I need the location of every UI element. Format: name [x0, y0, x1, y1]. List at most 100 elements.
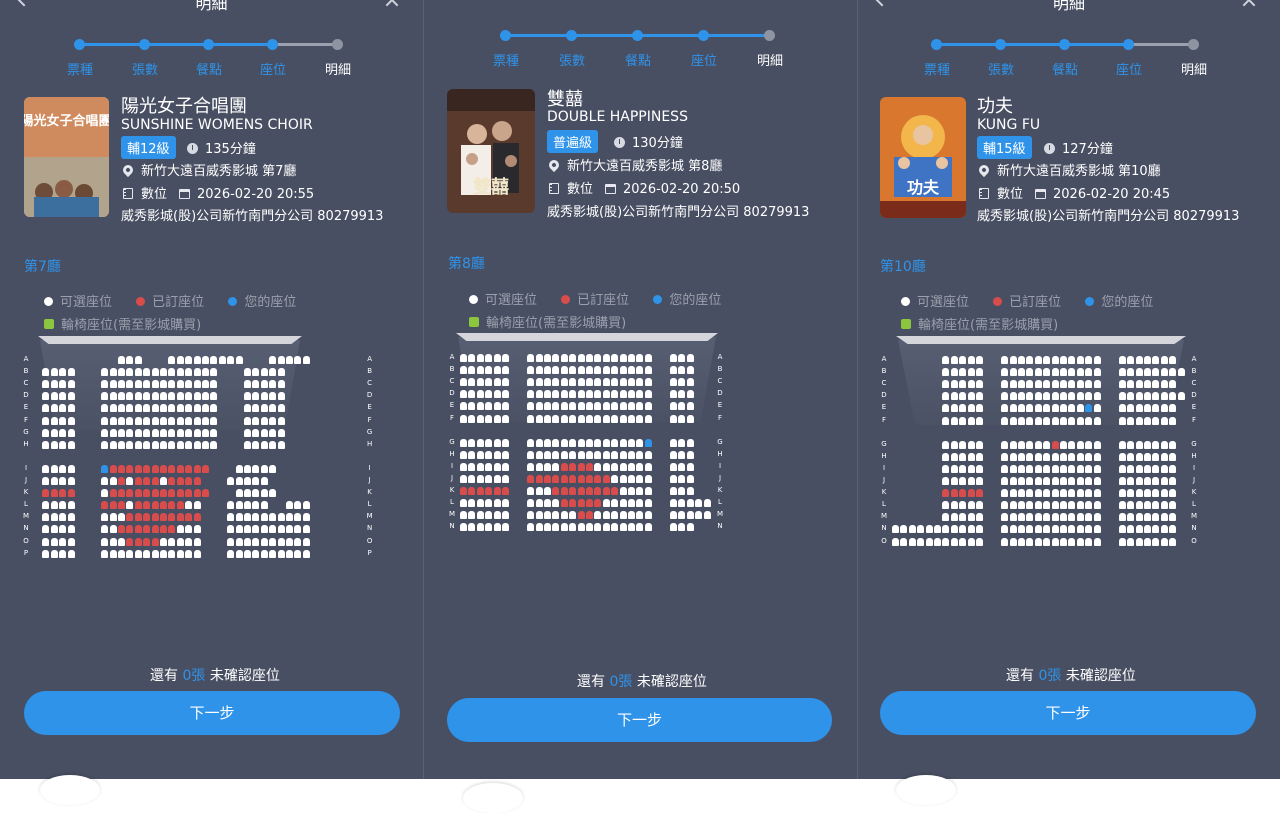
seat[interactable] — [1034, 513, 1042, 522]
seat[interactable] — [560, 378, 568, 387]
seat[interactable] — [1034, 416, 1042, 425]
seat[interactable] — [1026, 537, 1034, 546]
seat[interactable] — [227, 525, 235, 534]
seat[interactable] — [193, 356, 201, 364]
seat[interactable] — [1127, 489, 1135, 498]
seat[interactable] — [535, 523, 543, 532]
seat[interactable] — [1018, 392, 1025, 401]
seat[interactable] — [619, 414, 627, 423]
seat[interactable] — [1144, 464, 1151, 473]
seat[interactable] — [644, 366, 652, 375]
seat[interactable] — [535, 499, 543, 508]
seat[interactable] — [244, 464, 251, 473]
seat[interactable] — [670, 414, 677, 423]
seat[interactable] — [1060, 356, 1067, 364]
seat[interactable] — [577, 523, 585, 532]
seat[interactable] — [1060, 489, 1067, 498]
seat[interactable] — [644, 414, 652, 423]
seat[interactable] — [1093, 537, 1101, 546]
seat[interactable] — [168, 440, 176, 449]
seat[interactable] — [1068, 477, 1076, 485]
seat[interactable] — [976, 537, 983, 546]
seat[interactable] — [967, 513, 975, 522]
seat[interactable] — [1001, 368, 1009, 377]
seat[interactable] — [1135, 380, 1143, 389]
seat[interactable] — [602, 438, 610, 447]
seat[interactable] — [269, 549, 277, 558]
seat[interactable] — [1152, 404, 1160, 413]
seat[interactable] — [544, 523, 551, 532]
seat[interactable] — [277, 549, 285, 558]
seat[interactable] — [1018, 368, 1025, 377]
seat[interactable] — [235, 501, 243, 510]
seat[interactable] — [644, 450, 652, 459]
seat[interactable] — [269, 428, 277, 437]
seat[interactable] — [544, 462, 551, 471]
seat[interactable] — [134, 368, 142, 377]
seat[interactable] — [586, 450, 593, 459]
seat[interactable] — [976, 404, 983, 413]
seat[interactable] — [109, 537, 117, 546]
seat[interactable] — [1060, 525, 1067, 534]
seat[interactable] — [1169, 464, 1177, 473]
seat[interactable] — [1160, 464, 1168, 473]
seat[interactable] — [244, 525, 251, 534]
seat[interactable] — [678, 414, 686, 423]
seat[interactable] — [535, 462, 543, 471]
seat[interactable] — [1076, 380, 1084, 389]
seat[interactable] — [1144, 404, 1151, 413]
seat[interactable] — [235, 513, 243, 522]
seat[interactable] — [1169, 368, 1177, 377]
seat[interactable] — [59, 392, 67, 401]
seat[interactable] — [644, 487, 652, 496]
seat[interactable] — [1118, 477, 1126, 485]
seat[interactable] — [628, 450, 635, 459]
seat[interactable] — [976, 452, 983, 461]
seat[interactable] — [942, 501, 950, 510]
seat[interactable] — [1034, 404, 1042, 413]
seat[interactable] — [670, 354, 677, 362]
seat[interactable] — [476, 366, 484, 375]
seat[interactable] — [1118, 440, 1126, 449]
next-button[interactable]: 下一步 — [24, 691, 400, 735]
seat[interactable] — [560, 390, 568, 399]
seat[interactable] — [560, 438, 568, 447]
seat[interactable] — [109, 368, 117, 377]
seat[interactable] — [1060, 404, 1067, 413]
seat[interactable] — [1051, 380, 1059, 389]
seat[interactable] — [502, 390, 509, 399]
seat[interactable] — [227, 549, 235, 558]
seat[interactable] — [1060, 416, 1067, 425]
seat[interactable] — [260, 513, 268, 522]
seat[interactable] — [602, 462, 610, 471]
home-tab-button[interactable] — [896, 775, 956, 805]
seat[interactable] — [1118, 380, 1126, 389]
seat[interactable] — [1169, 404, 1177, 413]
seat[interactable] — [485, 450, 493, 459]
seat[interactable] — [586, 366, 593, 375]
seat[interactable] — [959, 501, 967, 510]
seat[interactable] — [260, 501, 268, 510]
seat[interactable] — [1160, 537, 1168, 546]
seat[interactable] — [1009, 404, 1017, 413]
seat[interactable] — [1160, 380, 1168, 389]
seat[interactable] — [1068, 404, 1076, 413]
seat[interactable] — [552, 523, 560, 532]
seat[interactable] — [126, 501, 134, 510]
seat[interactable] — [1169, 356, 1177, 364]
seat[interactable] — [535, 414, 543, 423]
seat[interactable] — [1009, 452, 1017, 461]
seat[interactable] — [544, 366, 551, 375]
seat[interactable] — [678, 366, 686, 375]
seat[interactable] — [210, 368, 218, 377]
seat[interactable] — [1060, 537, 1067, 546]
seat[interactable] — [1018, 537, 1025, 546]
seat[interactable] — [269, 537, 277, 546]
step-label[interactable]: 票種 — [486, 50, 526, 69]
seat[interactable] — [686, 511, 694, 520]
seat[interactable] — [594, 390, 602, 399]
seat[interactable] — [577, 402, 585, 411]
seat[interactable] — [1068, 356, 1076, 364]
seat[interactable] — [1093, 380, 1101, 389]
seat[interactable] — [227, 537, 235, 546]
